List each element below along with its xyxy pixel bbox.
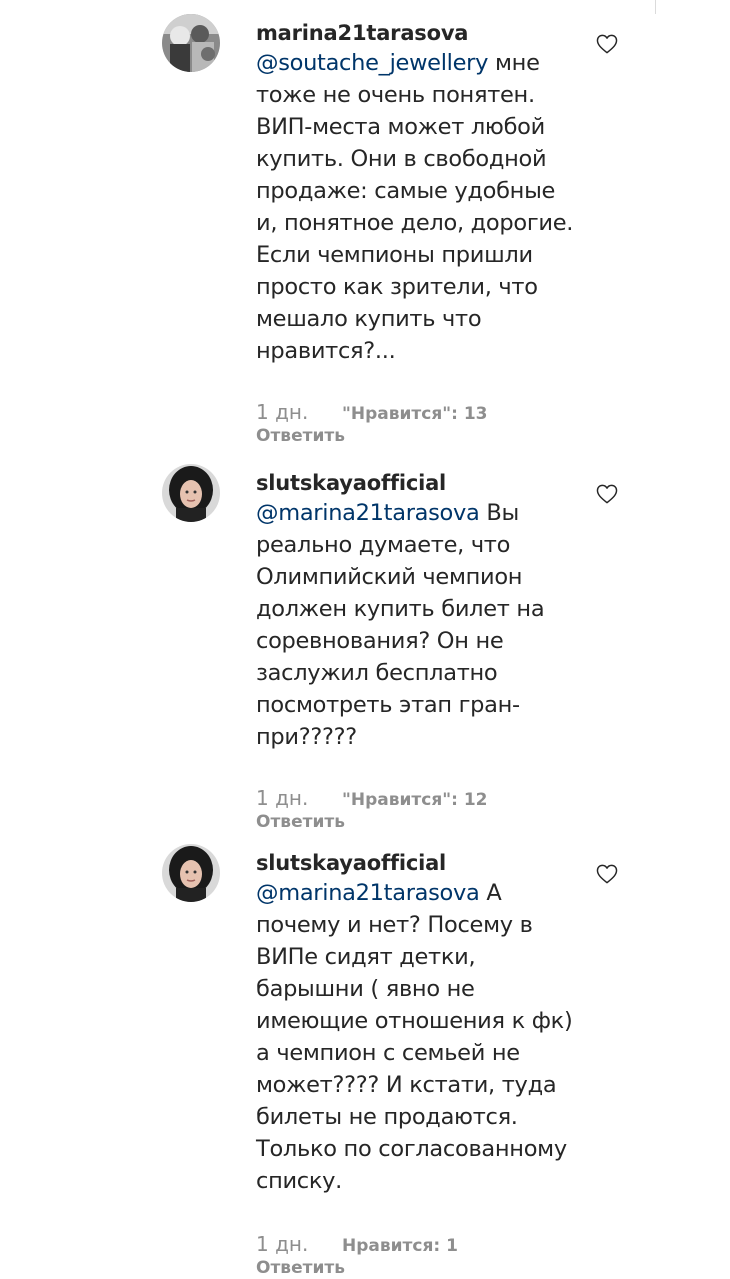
profile-photo-icon [162, 844, 220, 902]
comment-likes-count[interactable]: Нравится: 1 [342, 1236, 458, 1256]
comment-username[interactable]: slutskayaofficial [256, 850, 576, 876]
avatar[interactable] [162, 14, 220, 72]
reply-button[interactable]: Ответить [256, 1258, 458, 1278]
comment-timestamp[interactable]: 1 дн. [256, 1232, 342, 1256]
heart-outline-icon [596, 484, 618, 504]
like-button[interactable] [596, 864, 618, 884]
comment-meta: 1 дн. "Нравится": 13 Ответить [256, 400, 487, 446]
comment-meta: 1 дн. Нравится: 1 Ответить [256, 1232, 458, 1278]
comment-body: slutskayaofficial @marina21tarasova Вы р… [256, 470, 576, 753]
comment-likes-count[interactable]: "Нравится": 13 [342, 404, 487, 424]
comment-body: marina21tarasova @soutache_jewellery мне… [256, 20, 576, 367]
comment-username[interactable]: marina21tarasova [256, 20, 576, 46]
mention-link[interactable]: @marina21tarasova [256, 880, 480, 906]
reply-button[interactable]: Ответить [256, 426, 487, 446]
comment-meta: 1 дн. "Нравится": 12 Ответить [256, 786, 487, 832]
mention-link[interactable]: @soutache_jewellery [256, 50, 488, 76]
comment-text: @marina21tarasova А почему и нет? Посему… [256, 877, 576, 1197]
comment-text: @marina21tarasova Вы реально думаете, чт… [256, 497, 576, 753]
comment-text: @soutache_jewellery мне тоже не очень по… [256, 47, 576, 367]
avatar[interactable] [162, 844, 220, 902]
avatar[interactable] [162, 464, 220, 522]
comment-timestamp[interactable]: 1 дн. [256, 786, 342, 810]
comment-text-content: мне тоже не очень понятен. ВИП-места мож… [256, 50, 574, 364]
reply-button[interactable]: Ответить [256, 812, 487, 832]
profile-photo-icon [162, 464, 220, 522]
comment-body: slutskayaofficial @marina21tarasova А по… [256, 850, 576, 1197]
comment-likes-count[interactable]: "Нравится": 12 [342, 790, 487, 810]
like-button[interactable] [596, 484, 618, 504]
comment-timestamp[interactable]: 1 дн. [256, 400, 342, 424]
comment-text-content: Вы реально думаете, что Олимпийский чемп… [256, 500, 545, 750]
heart-outline-icon [596, 34, 618, 54]
profile-photo-icon [162, 14, 220, 72]
mention-link[interactable]: @marina21tarasova [256, 500, 480, 526]
comment-username[interactable]: slutskayaofficial [256, 470, 576, 496]
like-button[interactable] [596, 34, 618, 54]
comment-text-content: А почему и нет? Посему в ВИПе сидят детк… [256, 880, 573, 1194]
top-divider [655, 0, 656, 14]
heart-outline-icon [596, 864, 618, 884]
